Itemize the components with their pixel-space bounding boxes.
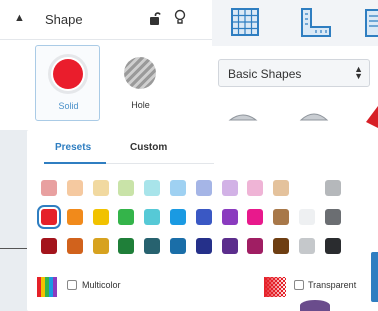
hole-swatch[interactable] [124, 57, 156, 89]
left-strip [0, 130, 27, 311]
color-swatch[interactable] [195, 209, 212, 225]
color-swatch[interactable] [273, 180, 290, 196]
solid-option[interactable]: Solid [35, 45, 100, 121]
color-swatch[interactable] [221, 238, 238, 254]
panel-title: Shape [45, 12, 83, 27]
tab-presets[interactable]: Presets [55, 142, 91, 153]
panel-header: ▲ Shape [0, 0, 212, 40]
color-swatch[interactable] [66, 238, 83, 254]
color-swatch[interactable] [273, 209, 290, 225]
hole-label: Hole [131, 100, 150, 110]
color-swatch[interactable] [170, 209, 186, 225]
hole-option[interactable]: Hole [108, 45, 173, 121]
tab-custom[interactable]: Custom [130, 142, 167, 153]
color-swatch[interactable] [170, 180, 186, 196]
color-swatch[interactable] [144, 238, 161, 254]
color-swatch[interactable] [118, 209, 135, 225]
multicolor-icon[interactable] [36, 276, 60, 298]
color-swatch[interactable] [41, 180, 57, 196]
color-swatch[interactable] [118, 238, 135, 254]
color-swatch[interactable] [170, 238, 186, 254]
color-swatch[interactable] [324, 238, 341, 254]
color-swatch[interactable] [66, 180, 83, 196]
color-swatch[interactable] [144, 180, 161, 196]
workplane-icon[interactable] [229, 6, 261, 38]
color-swatch[interactable] [247, 180, 264, 196]
shape-thumbnail-dome[interactable] [299, 110, 329, 122]
color-swatch[interactable] [221, 209, 238, 225]
color-swatch[interactable] [324, 180, 341, 196]
caret-up-icon[interactable]: ▲ [14, 12, 25, 24]
color-swatch[interactable] [195, 238, 212, 254]
transparent-icon[interactable] [263, 276, 287, 298]
color-swatch[interactable] [92, 180, 109, 196]
divider [0, 248, 27, 249]
canvas-object-edge [371, 252, 378, 302]
shape-library-value: Basic Shapes [228, 67, 302, 81]
solid-label: Solid [58, 101, 79, 111]
color-swatch[interactable] [299, 238, 315, 254]
color-swatch[interactable] [92, 209, 109, 225]
color-swatch[interactable] [247, 209, 264, 225]
color-swatch[interactable] [92, 238, 109, 254]
shape-library-select[interactable]: Basic Shapes ▲ ▼ [218, 59, 370, 87]
multicolor-label: Multicolor [82, 280, 121, 290]
shape-thumbnail-roof[interactable] [228, 110, 258, 122]
color-swatch[interactable] [324, 209, 341, 225]
transparent-checkbox[interactable] [294, 280, 304, 290]
color-swatch[interactable] [195, 180, 212, 196]
transparent-label: Transparent [308, 280, 357, 290]
multicolor-checkbox[interactable] [67, 280, 77, 290]
shape-inspector-panel: ▲ Shape Solid Hole [0, 0, 212, 130]
lock-icon[interactable] [149, 10, 161, 26]
color-swatch[interactable] [118, 180, 135, 196]
color-swatch[interactable] [144, 209, 161, 225]
color-swatch[interactable] [247, 238, 264, 254]
color-swatch[interactable] [66, 209, 83, 225]
ruler-icon[interactable] [299, 6, 333, 38]
canvas-object-base [300, 300, 330, 311]
color-swatch[interactable] [273, 238, 290, 254]
lightbulb-icon[interactable] [174, 9, 186, 26]
active-tab-indicator [44, 162, 106, 164]
color-swatch[interactable] [41, 238, 57, 254]
select-arrows-icon: ▲ ▼ [354, 64, 363, 81]
shape-thumbnail-red[interactable] [364, 104, 378, 128]
notes-icon[interactable] [364, 8, 378, 38]
color-swatch[interactable] [221, 180, 238, 196]
solid-color-swatch[interactable] [48, 54, 88, 94]
color-swatch[interactable] [299, 209, 315, 225]
color-swatch[interactable] [37, 205, 61, 229]
